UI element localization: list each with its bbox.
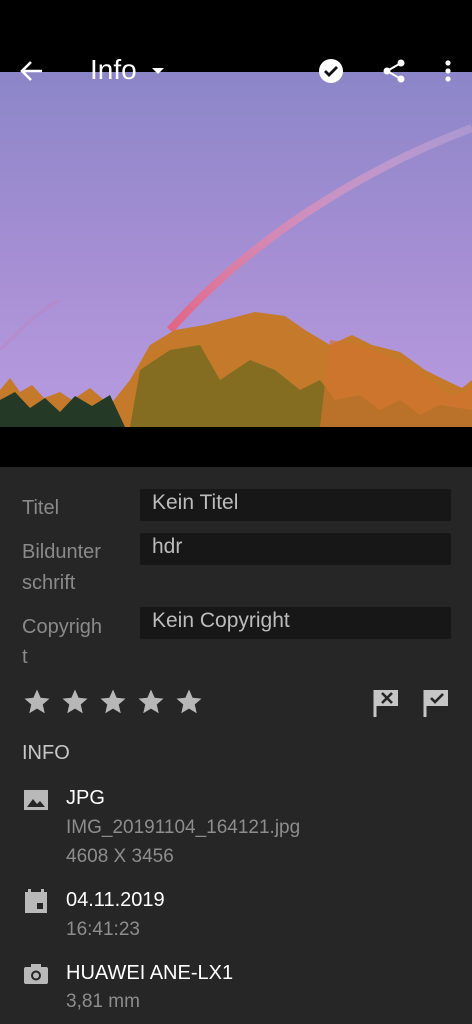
focal-length: 3,81 mm <box>66 991 140 1012</box>
copyright-label-line2: t <box>22 646 28 668</box>
star-4-icon[interactable] <box>136 687 166 717</box>
more-button[interactable] <box>434 57 462 85</box>
image-icon <box>24 790 48 810</box>
info-section-label: INFO <box>22 742 70 764</box>
image-dimensions: 4608 X 3456 <box>66 846 174 867</box>
title-field[interactable]: Kein Titel <box>140 489 451 521</box>
star-2-icon[interactable] <box>60 687 90 717</box>
file-name: IMG_20191104_164121.jpg <box>66 817 301 838</box>
star-3-icon[interactable] <box>98 687 128 717</box>
caption-value: hdr <box>152 535 183 558</box>
flag-x-icon[interactable] <box>372 688 400 718</box>
copyright-field[interactable]: Kein Copyright <box>140 607 451 639</box>
copyright-value: Kein Copyright <box>152 609 290 632</box>
file-type: JPG <box>66 787 105 809</box>
check-button[interactable] <box>317 57 345 85</box>
share-icon <box>383 59 405 83</box>
copyright-label-line1: Copyrigh <box>22 616 103 638</box>
chevron-down-icon[interactable] <box>152 68 164 74</box>
caption-label-line1: Bildunter <box>22 541 101 563</box>
camera-icon <box>24 964 48 984</box>
share-button[interactable] <box>380 57 408 85</box>
back-button[interactable] <box>18 57 46 85</box>
title-label: Titel <box>22 497 60 519</box>
arrow-left-icon <box>20 61 42 81</box>
title-value: Kein Titel <box>152 491 239 514</box>
check-circle-icon <box>319 59 343 83</box>
page-title[interactable]: Info <box>90 54 137 86</box>
camera-model: HUAWEI ANE-LX1 <box>66 962 234 984</box>
caption-label-line2: schrift <box>22 572 76 594</box>
star-5-icon[interactable] <box>174 687 204 717</box>
star-1-icon[interactable] <box>22 687 52 717</box>
flag-check-icon[interactable] <box>422 688 450 718</box>
capture-time: 16:41:23 <box>66 919 140 940</box>
capture-date: 04.11.2019 <box>66 889 165 911</box>
calendar-icon <box>25 889 47 913</box>
caption-field[interactable]: hdr <box>140 533 451 565</box>
more-vertical-icon <box>445 60 451 82</box>
